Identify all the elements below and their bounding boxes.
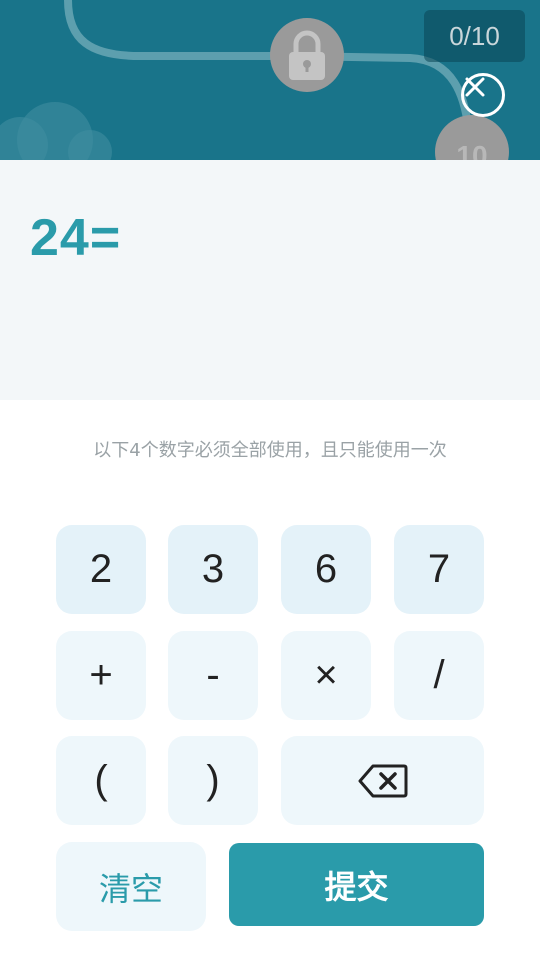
equation-display: 24= [30, 209, 122, 267]
number-key-2[interactable]: 2 [56, 525, 146, 614]
multiply-key[interactable]: × [281, 631, 371, 720]
close-paren-key[interactable]: ) [168, 736, 258, 825]
number-key-6[interactable]: 6 [281, 525, 371, 614]
level-path [64, 0, 474, 154]
plus-key[interactable]: + [56, 631, 146, 720]
close-icon [465, 77, 485, 97]
instruction-text: 以下4个数字必须全部使用，且只能使用一次 [93, 440, 447, 461]
progress-counter: 0/10 [424, 10, 525, 62]
equation-panel: 24= [0, 160, 540, 400]
cloud-graphic [0, 102, 112, 160]
minus-key[interactable]: - [168, 631, 258, 720]
clear-button[interactable]: 清空 [56, 842, 206, 931]
level-map-header: 10 0/10 [0, 0, 540, 160]
level-node-10: 10 [435, 115, 509, 160]
open-paren-key[interactable]: ( [56, 736, 146, 825]
close-button[interactable] [461, 73, 505, 117]
backspace-button[interactable] [281, 736, 484, 825]
number-key-7[interactable]: 7 [394, 525, 484, 614]
backspace-icon [358, 764, 407, 797]
level-node-label: 10 [456, 140, 487, 160]
submit-button[interactable]: 提交 [229, 843, 484, 926]
number-key-3[interactable]: 3 [168, 525, 258, 614]
locked-level-node [270, 18, 344, 92]
divide-key[interactable]: / [394, 631, 484, 720]
